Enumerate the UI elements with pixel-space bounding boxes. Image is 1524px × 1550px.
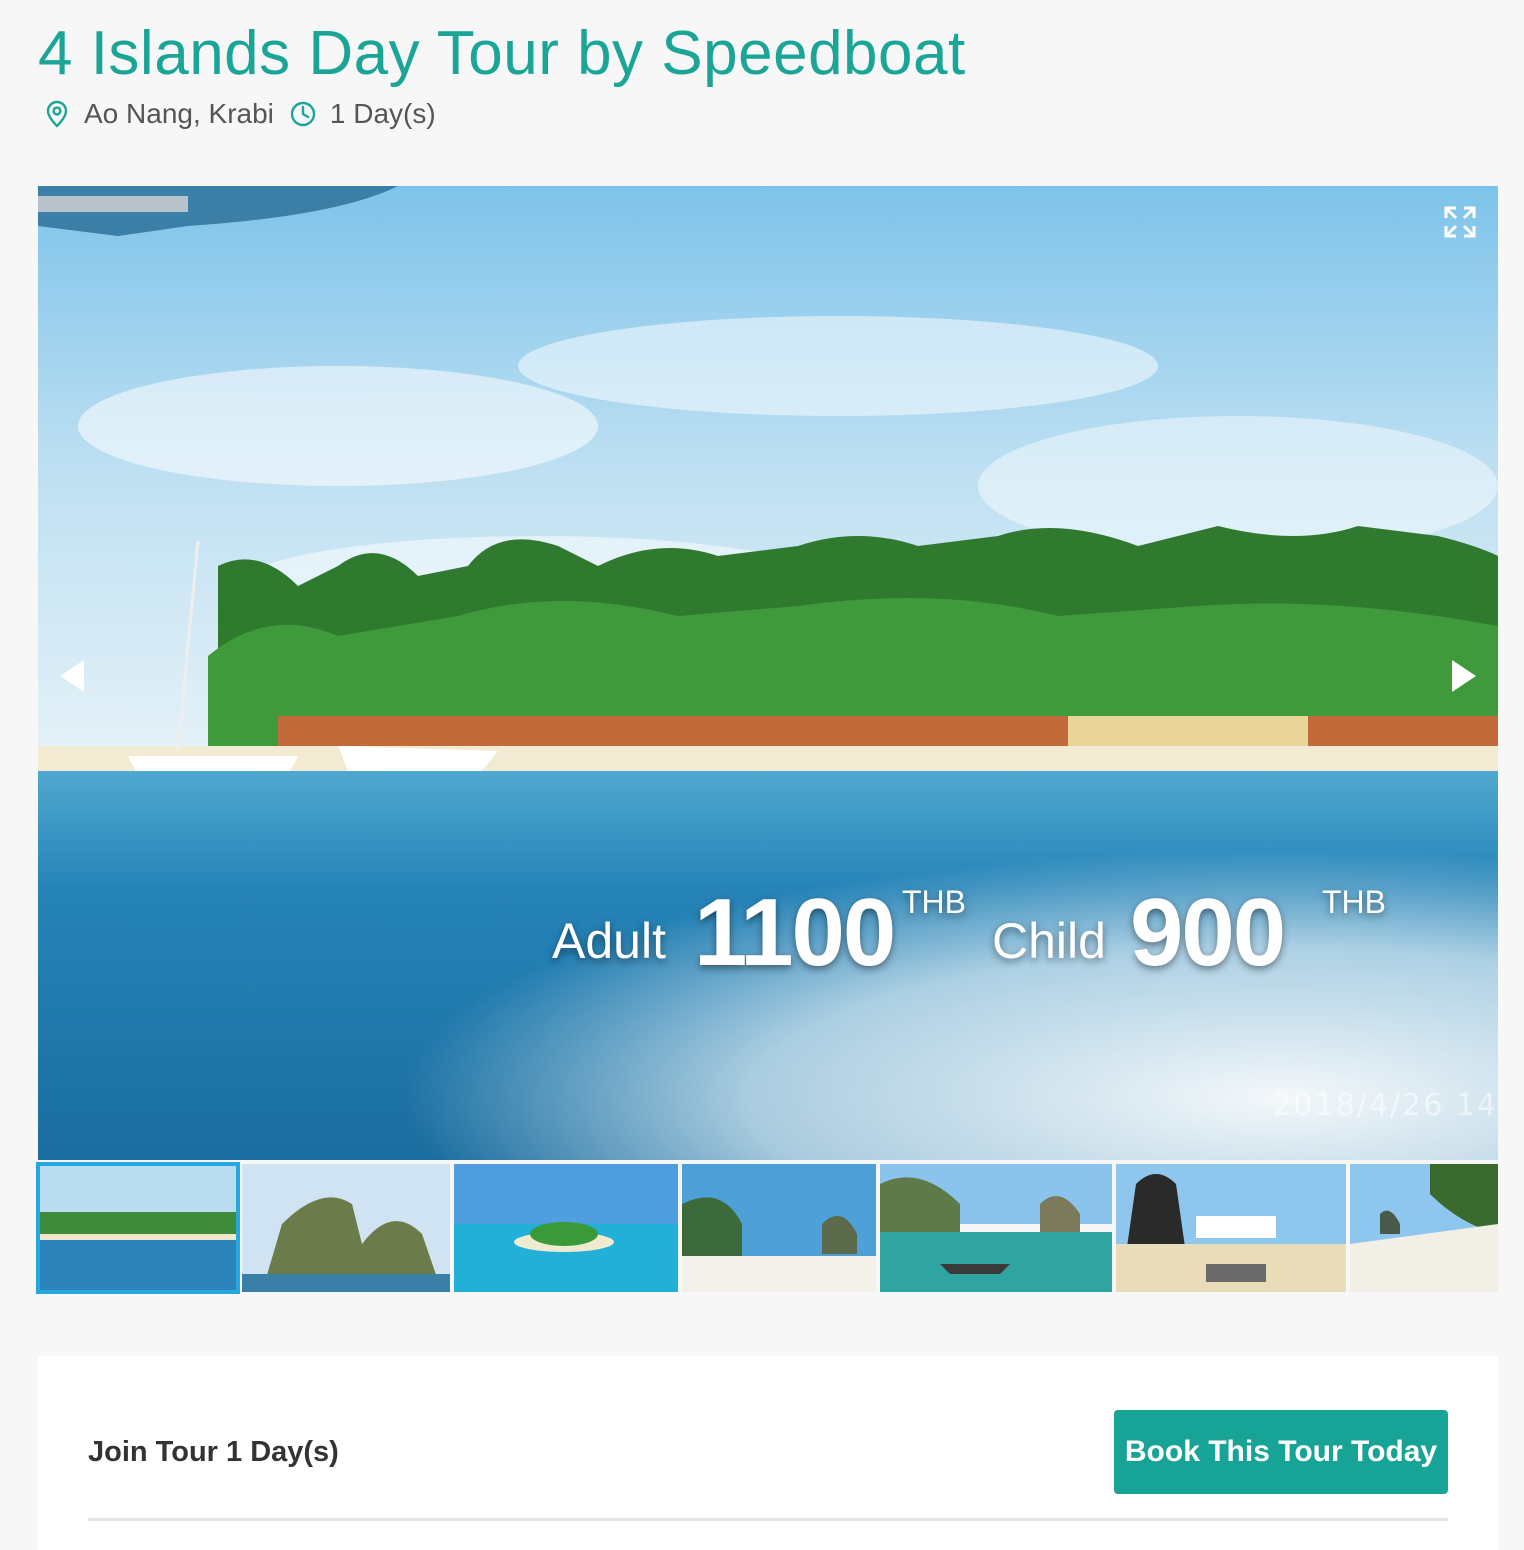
map-pin-icon [42, 99, 72, 129]
thumbnail-5[interactable] [880, 1164, 1112, 1292]
clock-icon [288, 99, 318, 129]
beach-photo [38, 186, 1498, 1160]
chevron-right-icon[interactable] [1442, 656, 1482, 696]
book-tour-button[interactable]: Book This Tour Today [1114, 1410, 1448, 1494]
thumbnail-3[interactable] [454, 1164, 678, 1292]
thumbnail-4[interactable] [682, 1164, 876, 1292]
thumbnail-1[interactable] [36, 1162, 240, 1294]
thumbnail-7[interactable] [1350, 1164, 1498, 1292]
adult-price: 1100 [694, 879, 896, 986]
chevron-left-icon[interactable] [54, 656, 94, 696]
join-tour-text: Join Tour 1 Day(s) [88, 1436, 339, 1468]
child-price: 900 [1130, 879, 1286, 986]
price-overlay: Adult 1100 THB Child 900 THB [552, 878, 1452, 986]
thumbnail-6[interactable] [1116, 1164, 1346, 1292]
adult-currency: THB [902, 884, 966, 920]
child-currency: THB [1322, 884, 1386, 920]
booking-card: Join Tour 1 Day(s) Book This Tour Today [38, 1356, 1498, 1550]
tour-meta: Ao Nang, Krabi 1 Day(s) [42, 98, 436, 130]
thumbnail-strip [36, 1162, 1498, 1294]
child-label: Child [992, 913, 1106, 969]
photo-timestamp: 2018/4/26 14 [1272, 1088, 1498, 1123]
thumbnail-2[interactable] [242, 1164, 450, 1292]
adult-label: Adult [552, 913, 666, 969]
expand-icon[interactable] [1442, 204, 1478, 240]
page-title: 4 Islands Day Tour by Speedboat [38, 19, 966, 88]
tour-duration: 1 Day(s) [329, 98, 436, 129]
tour-location: Ao Nang, Krabi [84, 98, 274, 129]
divider [88, 1518, 1448, 1521]
main-photo[interactable]: Adult 1100 THB Child 900 THB 2018/4/26 1… [38, 186, 1498, 1160]
